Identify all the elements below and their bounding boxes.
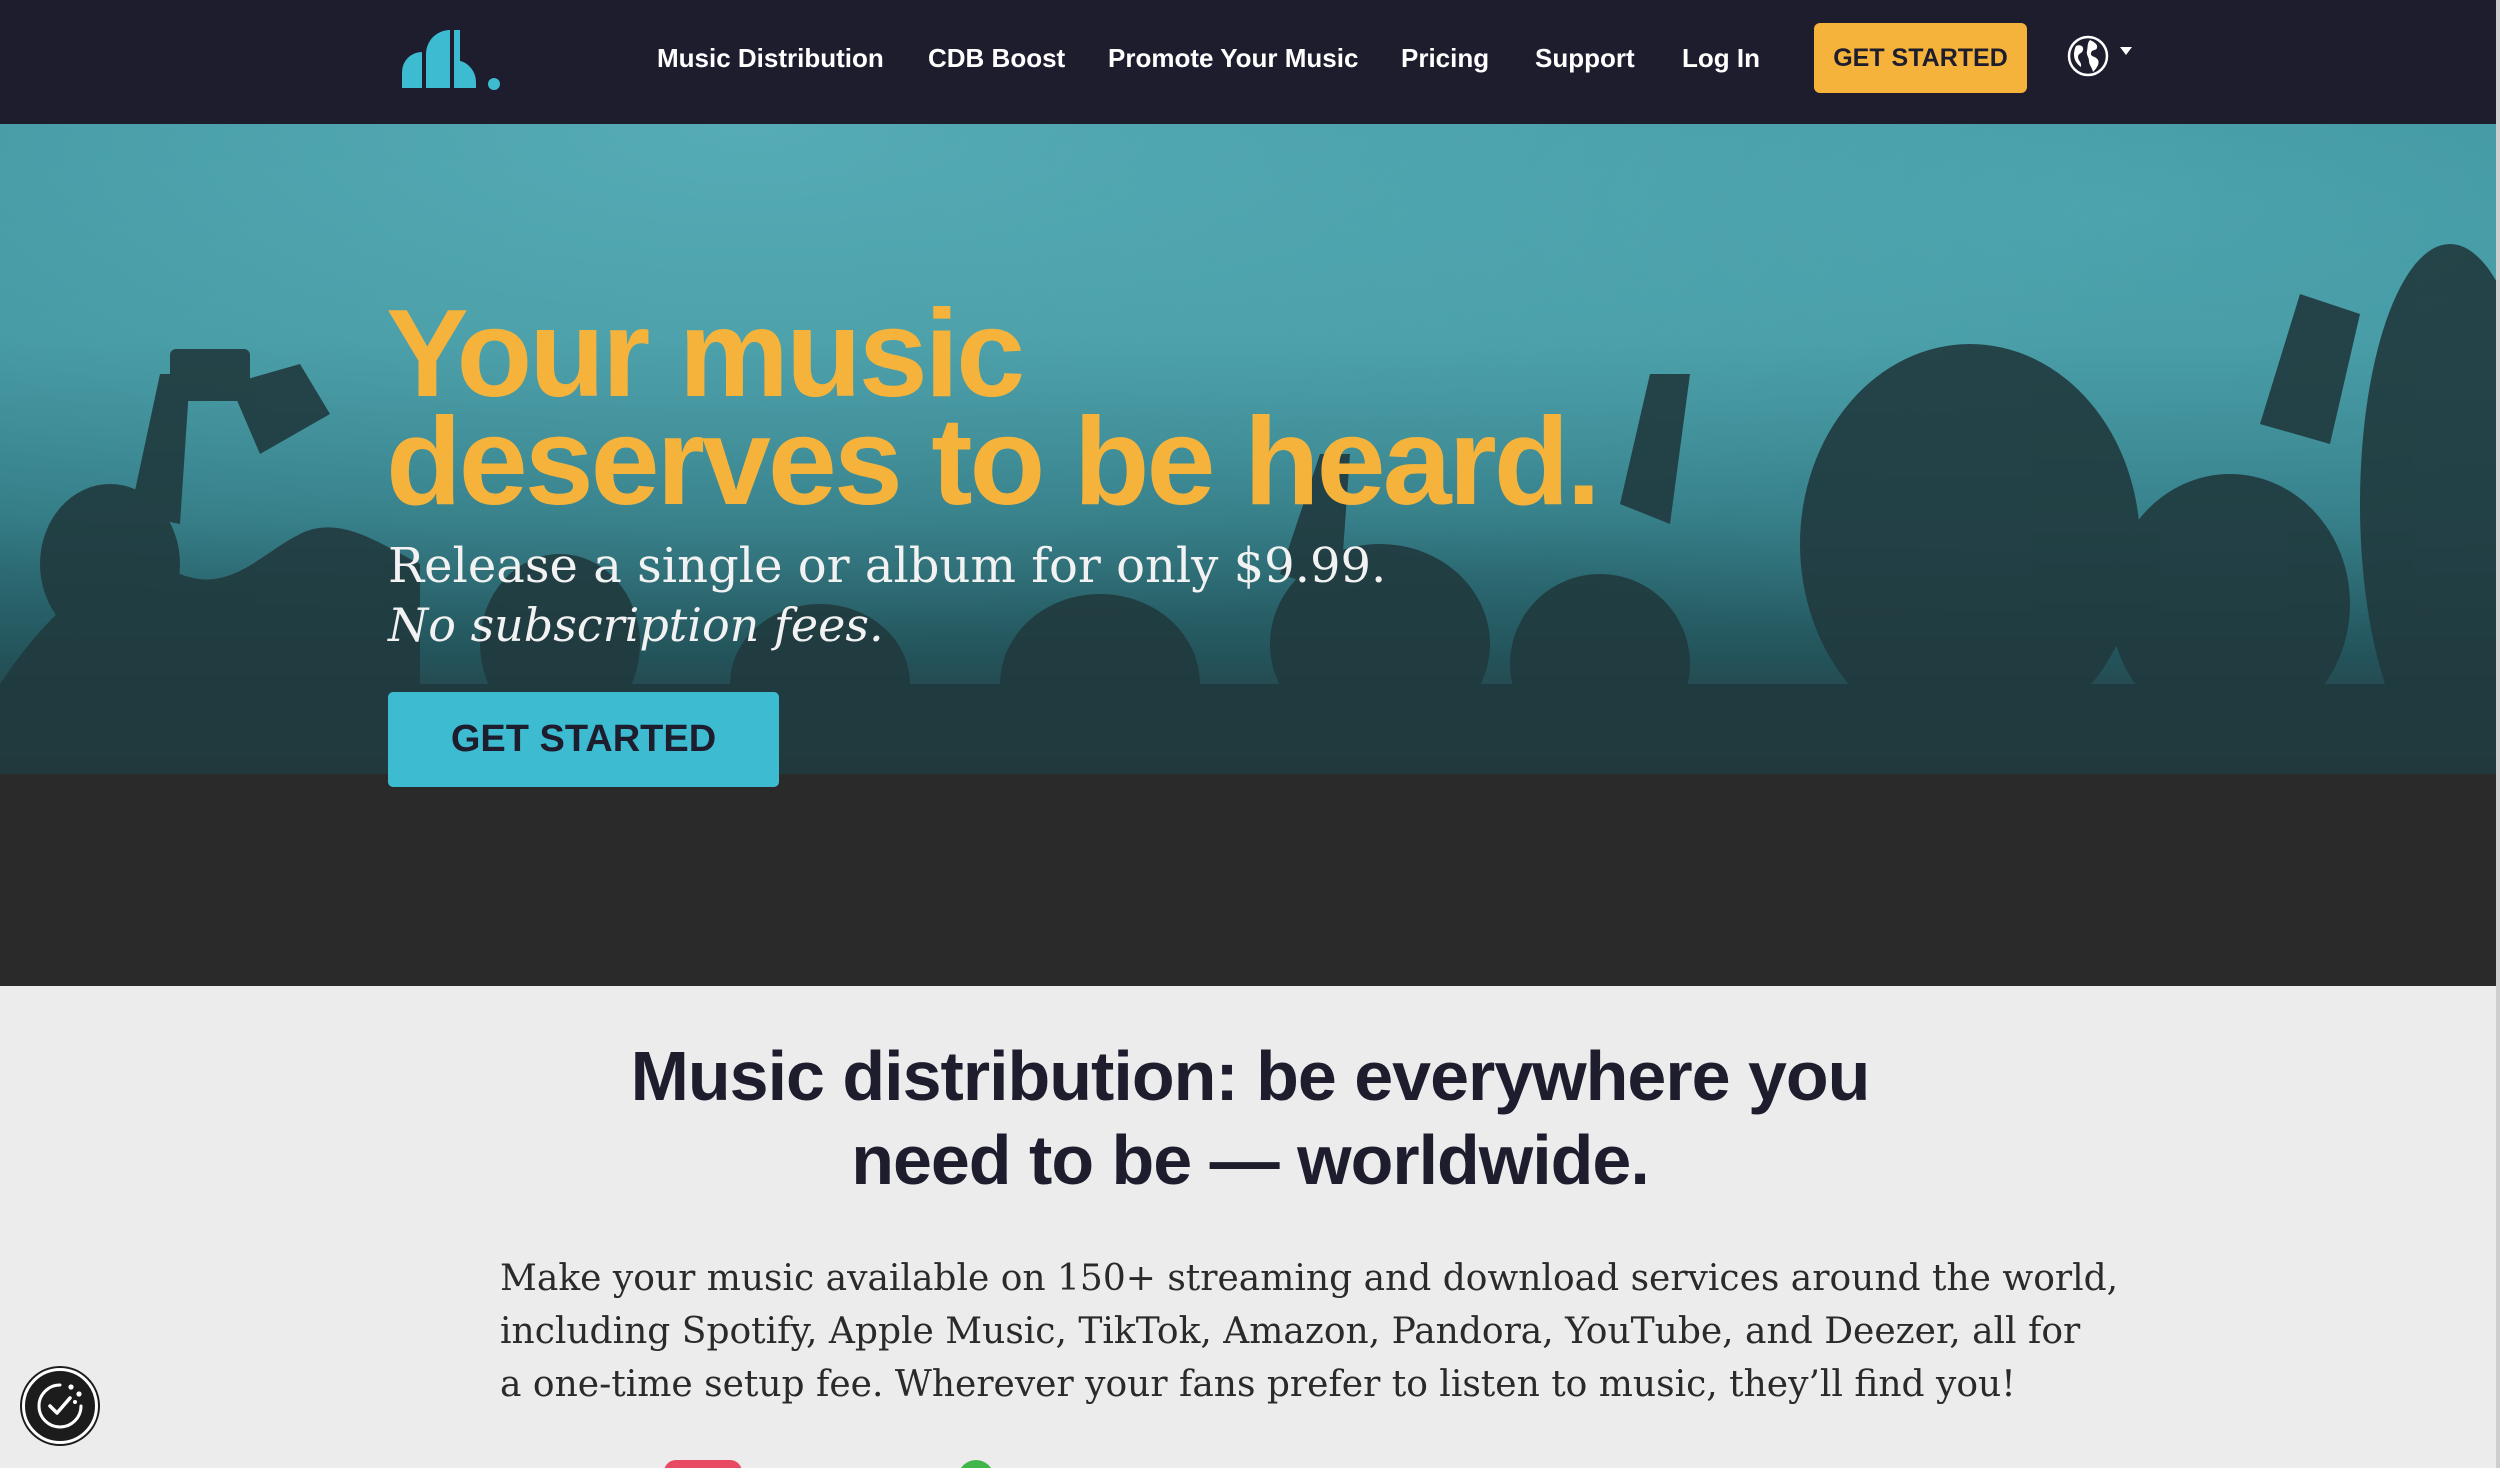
hero-subtitle: Release a single or album for only $9.99… [388, 538, 1387, 594]
nav-promote-your-music[interactable]: Promote Your Music [1108, 38, 1358, 78]
cd-baby-logo[interactable] [398, 20, 502, 92]
hero-headline-line-2: deserves to be heard. [386, 393, 1601, 531]
page-scrollbar[interactable] [2496, 0, 2500, 1468]
hero-headline-line-1: Your music [386, 285, 1025, 423]
nav-pricing[interactable]: Pricing [1401, 38, 1489, 78]
service-logo-partial [958, 1460, 994, 1468]
globe-icon[interactable] [2066, 34, 2110, 78]
service-logo-partial [664, 1460, 742, 1468]
section-description-line-3: a one-time setup fee. Wherever your fans… [500, 1364, 2016, 1405]
chevron-down-icon[interactable] [2119, 46, 2133, 56]
nav-log-in[interactable]: Log In [1682, 38, 1760, 78]
hero-get-started-button[interactable]: GET STARTED [388, 692, 779, 787]
section-title-line-2: need to be — worldwide. [851, 1121, 1650, 1199]
header-get-started-button[interactable]: GET STARTED [1814, 23, 2027, 93]
section-description-line-1: Make your music available on 150+ stream… [500, 1258, 2119, 1299]
section-title: Music distribution: be everywhere you ne… [400, 1034, 2100, 1202]
cookie-consent-button[interactable] [22, 1368, 98, 1444]
nav-support[interactable]: Support [1535, 38, 1635, 78]
nav-cdb-boost[interactable]: CDB Boost [928, 38, 1065, 78]
section-description-line-2: including Spotify, Apple Music, TikTok, … [500, 1311, 2081, 1352]
hero-subtitle-italic: No subscription fees. [388, 598, 884, 652]
hero-headline: Your music deserves to be heard. [386, 285, 1686, 531]
section-title-line-1: Music distribution: be everywhere you [630, 1037, 1871, 1115]
nav-music-distribution[interactable]: Music Distribution [657, 38, 884, 78]
cookie-consent-icon [37, 1383, 83, 1429]
section-description: Make your music available on 150+ stream… [500, 1252, 2119, 1411]
site-header: Music Distribution CDB Boost Promote You… [0, 0, 2500, 124]
hero-banner: Your music deserves to be heard. Release… [0, 124, 2500, 986]
